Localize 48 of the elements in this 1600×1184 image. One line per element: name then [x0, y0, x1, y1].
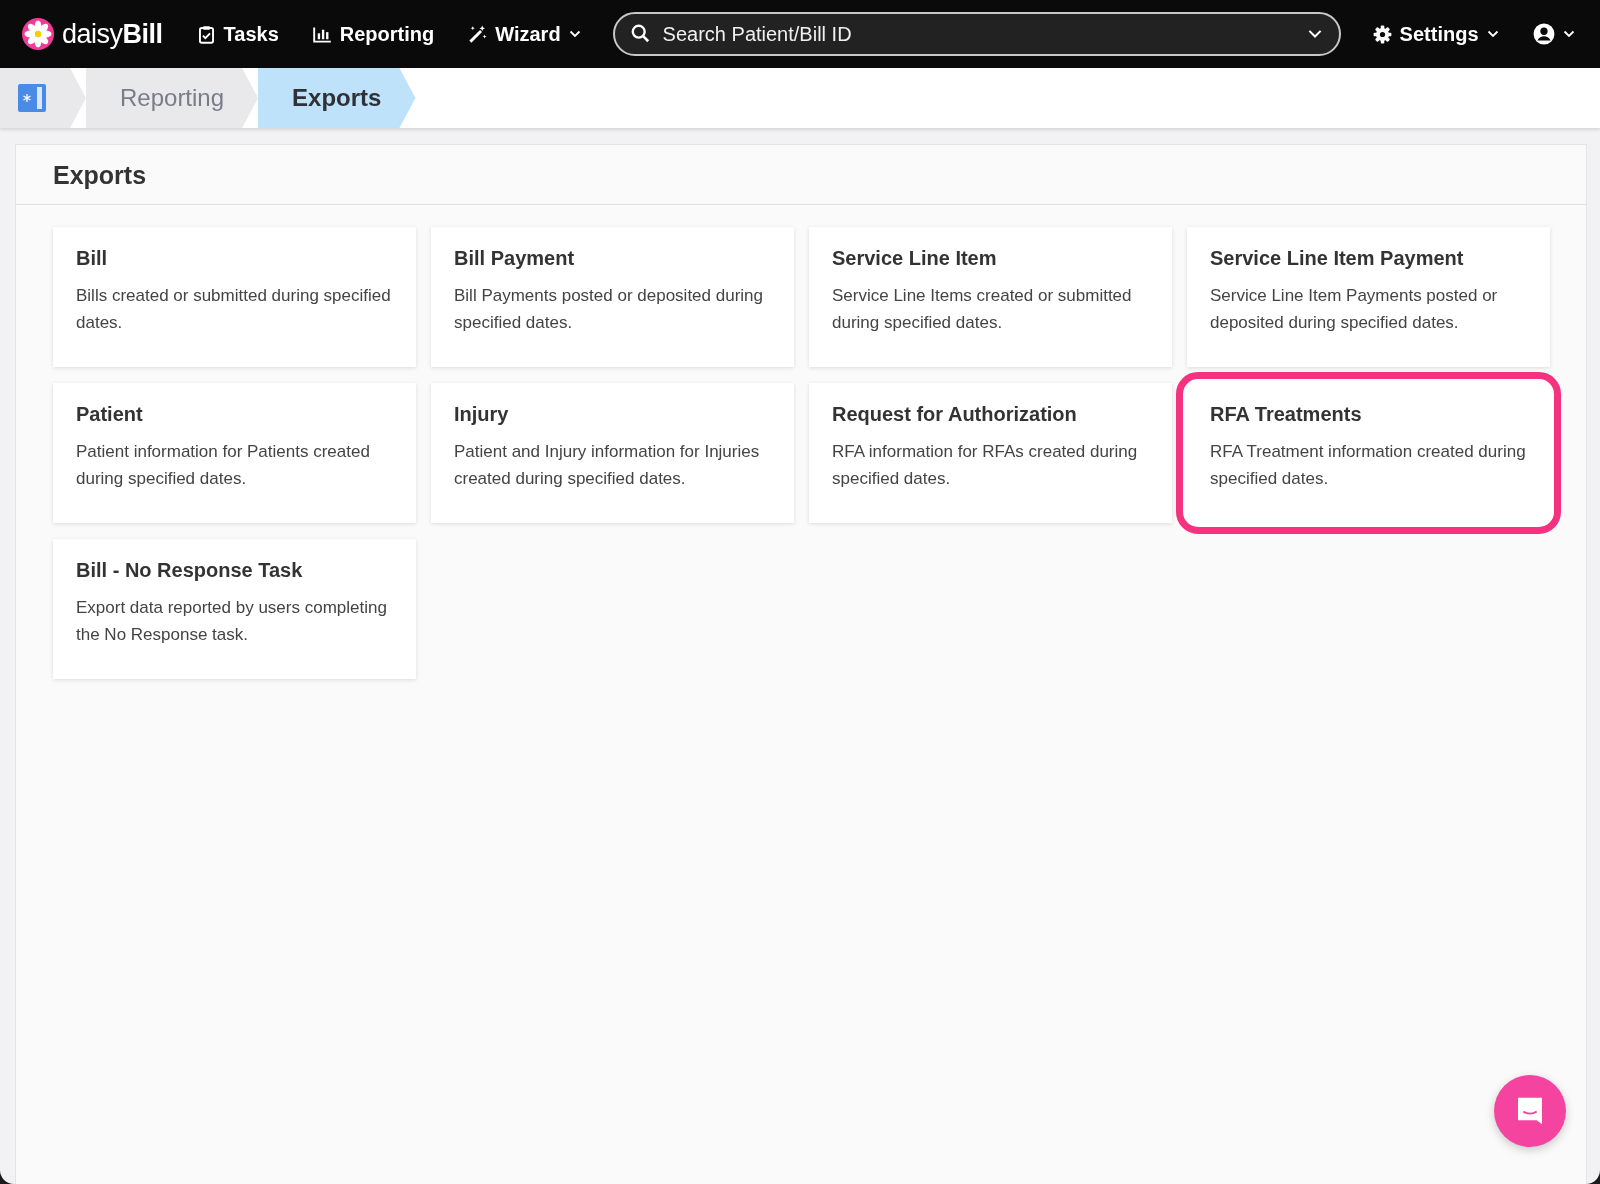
card-title: Bill - No Response Task	[76, 559, 304, 582]
flower-logo-icon	[22, 18, 54, 50]
card-title: Service Line Item	[832, 247, 998, 270]
document-icon	[18, 84, 46, 112]
card-description: Service Line Item Payments posted or deposited during specified dates.	[1210, 285, 1499, 334]
chevron-down-icon	[1306, 29, 1323, 39]
home-breadcrumb[interactable]	[0, 68, 86, 128]
settings-icon	[1372, 24, 1392, 44]
nav-link[interactable]: Wizard	[456, 16, 593, 52]
chevron-down-icon	[1486, 30, 1499, 38]
settings-menu[interactable]: Settings	[1360, 16, 1511, 52]
export-card[interactable]: Bill - No Response Task Export data reported by users completing the No Response task.	[53, 539, 416, 679]
export-card[interactable]: Service Line Item Service Line Items created or submitted during specified dates.	[809, 227, 1172, 367]
card-description: Export data reported by users completing the No Response task.	[76, 597, 388, 646]
magic-wand-icon	[468, 24, 488, 44]
clipboard-check-icon	[196, 24, 216, 44]
card-title: Injury	[454, 403, 510, 426]
export-card[interactable]: Patient Patient information for Patients created during specified dates.	[53, 383, 416, 523]
card-title: Request for Authorization	[832, 403, 1078, 426]
card-title: Patient	[76, 403, 144, 426]
export-card[interactable]: Service Line Item Payment Service Line Item Payments posted or deposited during specified dates.	[1187, 227, 1550, 367]
search-field[interactable]: Search Patient/Bill ID	[612, 12, 1341, 56]
export-card[interactable]: RFA Treatments RFA Treatment information created during specified dates.	[1176, 372, 1561, 534]
card-description: RFA Treatment information created during specified dates.	[1210, 441, 1527, 490]
user-avatar-icon	[1532, 23, 1555, 45]
card-title: RFA Treatments	[1210, 403, 1363, 426]
card-description: Patient and Injury information for Injuries created during specified dates.	[454, 441, 761, 490]
export-card[interactable]: Bill Bills created or submitted during specified dates.	[53, 227, 416, 367]
card-description: Service Line Items created or submitted during specified dates.	[832, 285, 1133, 334]
card-description: Bill Payments posted or deposited during specified dates.	[454, 285, 764, 334]
logo-text[interactable]: daisyBill	[62, 18, 163, 50]
nav-link[interactable]: Reporting	[300, 16, 447, 52]
chevron-down-icon	[568, 30, 581, 38]
export-card[interactable]: Bill Payment Bill Payments posted or deposited during specified dates.	[431, 227, 794, 367]
panel-title: Exports	[16, 145, 1586, 205]
nav-link[interactable]: Tasks	[184, 16, 291, 52]
search-icon	[630, 24, 650, 43]
export-card[interactable]: Injury Patient and Injury information for Injuries created during specified dates.	[431, 383, 794, 523]
card-description: RFA information for RFAs created during specified dates.	[832, 441, 1139, 490]
export-card[interactable]: Request for Authorization RFA information for RFAs created during specified dates.	[809, 383, 1172, 523]
breadcrumb-item[interactable]: Exports	[258, 68, 416, 128]
card-description: Patient information for Patients created during specified dates.	[76, 441, 371, 490]
chevron-down-icon	[1562, 30, 1575, 38]
bar-chart-icon	[312, 24, 332, 44]
card-description: Bills created or submitted during specified dates.	[76, 285, 392, 334]
card-title: Bill Payment	[454, 247, 576, 270]
card-title: Service Line Item Payment	[1210, 247, 1465, 270]
card-title: Bill	[76, 247, 109, 270]
